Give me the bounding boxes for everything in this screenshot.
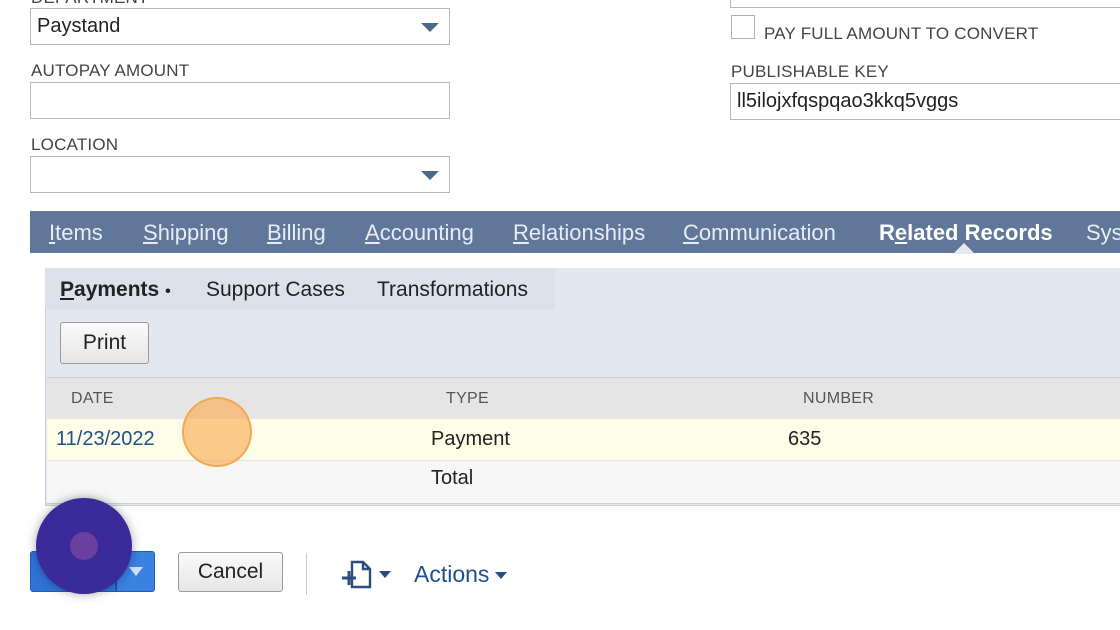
subtab-payments[interactable]: Payments • xyxy=(60,268,171,314)
publishable-key-value: ll5ilojxfqspqao3kkq5vggs xyxy=(737,90,959,112)
autopay-amount-label: AUTOPAY AMOUNT xyxy=(31,61,190,80)
total-row: Total xyxy=(47,461,1120,504)
tab-billing[interactable]: Billing xyxy=(267,211,326,253)
department-value: Paystand xyxy=(37,15,121,37)
payment-number: 635 xyxy=(788,428,822,450)
actions-label: Actions xyxy=(414,560,490,587)
chevron-down-icon xyxy=(421,170,439,180)
chevron-down-icon xyxy=(421,22,439,32)
tab-shipping[interactable]: Shipping xyxy=(143,211,229,253)
cancel-button[interactable]: Cancel xyxy=(178,552,283,592)
cursor-marker xyxy=(36,498,132,594)
chevron-down-icon xyxy=(379,571,391,578)
location-label: LOCATION xyxy=(31,135,119,154)
autopay-amount-field[interactable] xyxy=(30,82,450,119)
location-select[interactable] xyxy=(30,156,450,193)
footer-divider xyxy=(306,553,307,595)
subtab-payments-marker: • xyxy=(165,283,171,300)
chevron-down-icon xyxy=(495,572,508,579)
tab-system[interactable]: Syst xyxy=(1086,211,1120,253)
department-select[interactable]: Paystand xyxy=(30,8,450,45)
tab-communication[interactable]: Communication xyxy=(683,211,836,253)
subtab-support-cases[interactable]: Support Cases xyxy=(206,268,345,312)
total-label: Total xyxy=(431,467,474,489)
publishable-key-label: PUBLISHABLE KEY xyxy=(731,62,889,81)
pay-full-amount-label: PAY FULL AMOUNT TO CONVERT xyxy=(764,24,1039,43)
payment-date-link[interactable]: 11/23/2022 xyxy=(56,419,155,460)
publishable-key-field[interactable]: ll5ilojxfqspqao3kkq5vggs xyxy=(730,83,1120,120)
column-header-type[interactable]: TYPE xyxy=(446,378,489,420)
subtab-payments-rest: ayments xyxy=(74,278,160,301)
pay-full-amount-checkbox[interactable] xyxy=(731,15,755,39)
print-button[interactable]: Print xyxy=(60,322,149,364)
column-header-date[interactable]: DATE xyxy=(71,378,114,420)
cursor-marker-center xyxy=(70,532,98,560)
top-right-field-edge xyxy=(730,0,1120,8)
subtab-bar: Payments • Support Cases Transformations xyxy=(45,268,555,310)
active-tab-indicator xyxy=(953,243,975,254)
chevron-down-icon xyxy=(128,567,143,576)
subtab-payments-hotkey: P xyxy=(60,278,75,301)
click-highlight-marker xyxy=(182,397,252,467)
tab-relationships[interactable]: Relationships xyxy=(513,211,645,253)
column-header-number[interactable]: NUMBER xyxy=(803,378,874,420)
tab-accounting[interactable]: Accounting xyxy=(365,211,474,253)
new-record-menu[interactable] xyxy=(340,557,394,591)
payment-type: Payment xyxy=(431,428,510,450)
new-document-icon xyxy=(342,560,372,589)
subtab-transformations[interactable]: Transformations xyxy=(377,268,528,312)
tab-items[interactable]: Items xyxy=(49,211,103,253)
department-label: DEPARTMENT xyxy=(31,0,149,8)
actions-menu[interactable]: Actions xyxy=(414,559,508,589)
